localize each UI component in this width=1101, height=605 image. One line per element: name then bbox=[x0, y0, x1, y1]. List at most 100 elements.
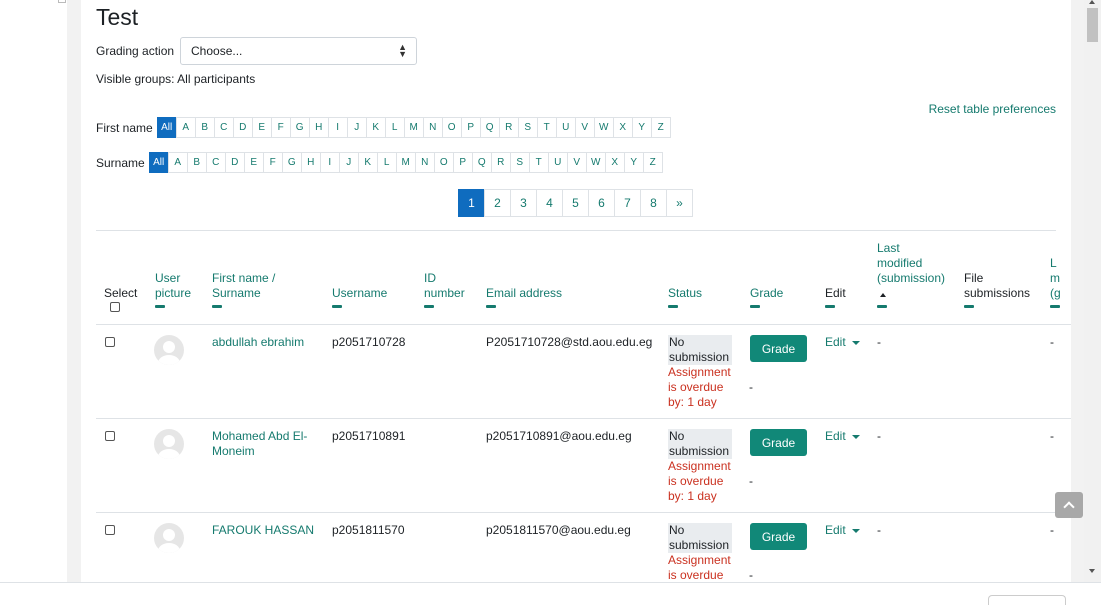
grade-button[interactable]: Grade bbox=[750, 335, 807, 362]
firstname-initial-c[interactable]: C bbox=[213, 117, 234, 138]
hide-column-icon[interactable] bbox=[155, 305, 165, 308]
hide-column-icon[interactable] bbox=[332, 305, 342, 308]
scrollbar-thumb[interactable] bbox=[1087, 8, 1098, 42]
surname-initial-p[interactable]: P bbox=[452, 152, 473, 173]
firstname-initial-h[interactable]: H bbox=[308, 117, 329, 138]
page-link-7[interactable]: 7 bbox=[614, 189, 641, 217]
firstname-initial-z[interactable]: Z bbox=[650, 117, 671, 138]
firstname-initial-f[interactable]: F bbox=[270, 117, 291, 138]
surname-initial-k[interactable]: K bbox=[357, 152, 378, 173]
firstname-initial-all[interactable]: All bbox=[156, 117, 177, 138]
surname-initial-all[interactable]: All bbox=[148, 152, 169, 173]
page-link-1[interactable]: 1 bbox=[458, 189, 485, 217]
scroll-up-icon[interactable] bbox=[1089, 0, 1095, 4]
hide-column-icon[interactable] bbox=[668, 305, 678, 308]
grading-action-select[interactable]: Choose... ▲ ▼ bbox=[180, 37, 417, 65]
footer-button-stub[interactable] bbox=[988, 595, 1066, 605]
hide-column-icon[interactable] bbox=[212, 305, 222, 308]
surname-initial-v[interactable]: V bbox=[566, 152, 587, 173]
page-link-4[interactable]: 4 bbox=[536, 189, 563, 217]
hide-column-icon[interactable] bbox=[486, 305, 496, 308]
firstname-initial-v[interactable]: V bbox=[574, 117, 595, 138]
surname-initial-i[interactable]: I bbox=[319, 152, 340, 173]
hide-column-icon[interactable] bbox=[750, 305, 760, 308]
grade-button[interactable]: Grade bbox=[750, 429, 807, 456]
firstname-initial-y[interactable]: Y bbox=[631, 117, 652, 138]
firstname-initial-g[interactable]: G bbox=[289, 117, 310, 138]
header-cut-off[interactable]: L m (g bbox=[1050, 256, 1061, 308]
surname-initial-n[interactable]: N bbox=[414, 152, 435, 173]
surname-initial-q[interactable]: Q bbox=[471, 152, 492, 173]
grade-button[interactable]: Grade bbox=[750, 523, 807, 550]
hide-column-icon[interactable] bbox=[1050, 305, 1060, 308]
firstname-initial-w[interactable]: W bbox=[593, 117, 614, 138]
surname-initial-m[interactable]: M bbox=[395, 152, 416, 173]
header-grade[interactable]: Grade bbox=[750, 286, 783, 308]
header-email[interactable]: Email address bbox=[486, 286, 562, 308]
firstname-initial-j[interactable]: J bbox=[346, 117, 367, 138]
firstname-initial-o[interactable]: O bbox=[441, 117, 462, 138]
surname-initial-a[interactable]: A bbox=[167, 152, 188, 173]
surname-initial-b[interactable]: B bbox=[186, 152, 207, 173]
page-link-8[interactable]: 8 bbox=[640, 189, 667, 217]
back-to-top-button[interactable] bbox=[1055, 492, 1083, 518]
edit-menu[interactable]: Edit bbox=[825, 335, 860, 349]
firstname-initial-r[interactable]: R bbox=[498, 117, 519, 138]
hide-column-icon[interactable] bbox=[424, 305, 434, 308]
firstname-initial-a[interactable]: A bbox=[175, 117, 196, 138]
surname-initial-y[interactable]: Y bbox=[623, 152, 644, 173]
surname-initial-r[interactable]: R bbox=[490, 152, 511, 173]
firstname-initial-q[interactable]: Q bbox=[479, 117, 500, 138]
surname-initial-x[interactable]: X bbox=[604, 152, 625, 173]
surname-initial-f[interactable]: F bbox=[262, 152, 283, 173]
hide-column-icon[interactable] bbox=[825, 305, 835, 308]
firstname-initial-i[interactable]: I bbox=[327, 117, 348, 138]
page-link-5[interactable]: 5 bbox=[562, 189, 589, 217]
firstname-initial-e[interactable]: E bbox=[251, 117, 272, 138]
surname-initial-u[interactable]: U bbox=[547, 152, 568, 173]
surname-initial-s[interactable]: S bbox=[509, 152, 530, 173]
user-name-link[interactable]: abdullah ebrahim bbox=[212, 335, 322, 350]
surname-initial-o[interactable]: O bbox=[433, 152, 454, 173]
row-select-checkbox[interactable] bbox=[105, 431, 115, 441]
surname-initial-j[interactable]: J bbox=[338, 152, 359, 173]
header-last-modified[interactable]: Last modified (submission) bbox=[877, 241, 945, 308]
firstname-initial-x[interactable]: X bbox=[612, 117, 633, 138]
avatar-icon[interactable] bbox=[154, 335, 184, 365]
select-all-checkbox[interactable] bbox=[110, 302, 120, 312]
firstname-initial-d[interactable]: D bbox=[232, 117, 253, 138]
row-select-checkbox[interactable] bbox=[105, 525, 115, 535]
firstname-initial-l[interactable]: L bbox=[384, 117, 405, 138]
user-name-link[interactable]: FAROUK HASSAN bbox=[212, 523, 322, 538]
firstname-initial-u[interactable]: U bbox=[555, 117, 576, 138]
surname-initial-e[interactable]: E bbox=[243, 152, 264, 173]
surname-initial-z[interactable]: Z bbox=[642, 152, 663, 173]
surname-initial-g[interactable]: G bbox=[281, 152, 302, 173]
avatar-icon[interactable] bbox=[154, 429, 184, 459]
reset-table-preferences-link[interactable]: Reset table preferences bbox=[929, 102, 1056, 116]
firstname-initial-m[interactable]: M bbox=[403, 117, 424, 138]
header-status[interactable]: Status bbox=[668, 286, 702, 308]
page-link-2[interactable]: 2 bbox=[484, 189, 511, 217]
avatar-icon[interactable] bbox=[154, 523, 184, 553]
firstname-initial-b[interactable]: B bbox=[194, 117, 215, 138]
surname-initial-c[interactable]: C bbox=[205, 152, 226, 173]
header-username[interactable]: Username bbox=[332, 286, 387, 308]
page-link-3[interactable]: 3 bbox=[510, 189, 537, 217]
hide-column-icon[interactable] bbox=[877, 305, 887, 308]
scroll-down-icon[interactable] bbox=[1089, 569, 1095, 573]
edit-menu[interactable]: Edit bbox=[825, 429, 860, 443]
surname-initial-d[interactable]: D bbox=[224, 152, 245, 173]
surname-initial-t[interactable]: T bbox=[528, 152, 549, 173]
surname-initial-l[interactable]: L bbox=[376, 152, 397, 173]
user-name-link[interactable]: Mohamed Abd El- Moneim bbox=[212, 429, 322, 459]
edit-menu[interactable]: Edit bbox=[825, 523, 860, 537]
surname-initial-w[interactable]: W bbox=[585, 152, 606, 173]
vertical-scrollbar[interactable] bbox=[1084, 0, 1101, 582]
hide-column-icon[interactable] bbox=[964, 305, 974, 308]
header-name[interactable]: First name / Surname bbox=[212, 271, 275, 308]
firstname-initial-s[interactable]: S bbox=[517, 117, 538, 138]
header-idnumber[interactable]: ID number bbox=[424, 271, 465, 308]
page-link-6[interactable]: 6 bbox=[588, 189, 615, 217]
firstname-initial-n[interactable]: N bbox=[422, 117, 443, 138]
